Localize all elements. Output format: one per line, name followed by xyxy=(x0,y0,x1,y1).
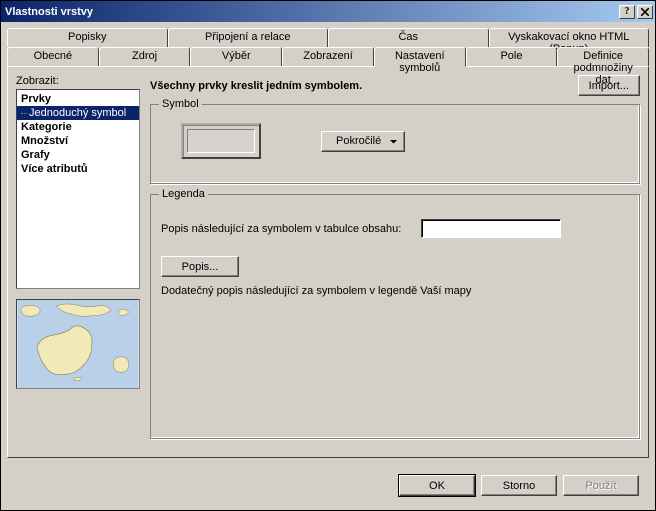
tree-prvky[interactable]: Prvky xyxy=(17,92,139,106)
tab-zdroj[interactable]: Zdroj xyxy=(99,47,191,66)
symbol-swatch xyxy=(187,129,255,153)
legend-fieldset: Legenda Popis následující za symbolem v … xyxy=(150,194,640,439)
legend-fieldset-legend: Legenda xyxy=(159,188,208,200)
right-column: Všechny prvky kreslit jedním symbolem. I… xyxy=(150,75,640,449)
tab-definice[interactable]: Definice podmnožiny dat xyxy=(557,47,649,66)
tree-grafy[interactable]: Grafy xyxy=(17,148,139,162)
tab-row-1: Popisky Připojení a relace Čas Vyskakova… xyxy=(7,28,649,47)
help-button[interactable] xyxy=(619,5,635,19)
apply-button[interactable]: Použít xyxy=(563,475,639,496)
tab-pole[interactable]: Pole xyxy=(466,47,558,66)
dialog-footer: OK Storno Použít xyxy=(7,467,649,504)
close-icon xyxy=(641,8,649,16)
tab-zobrazeni[interactable]: Zobrazení xyxy=(282,47,374,66)
title-text: Vlastnosti vrstvy xyxy=(5,6,619,18)
map-preview xyxy=(16,299,140,389)
description-button[interactable]: Popis... xyxy=(161,256,239,277)
symbol-selector-button[interactable] xyxy=(181,123,261,159)
map-preview-image xyxy=(17,300,139,388)
advanced-button[interactable]: Pokročilé xyxy=(321,131,405,152)
tree-mnozstvi[interactable]: Množství xyxy=(17,134,139,148)
close-button[interactable] xyxy=(637,5,653,19)
tree-jednoduchy-symbol[interactable]: Jednoduchý symbol xyxy=(17,106,139,120)
symbol-fieldset: Symbol Pokročilé xyxy=(150,104,640,184)
dialog-window: Vlastnosti vrstvy Popisky Připojení a re… xyxy=(0,0,656,511)
tab-cas[interactable]: Čas xyxy=(328,28,489,47)
tab-nastaveni-symbolu[interactable]: Nastavení symbolů xyxy=(374,47,466,67)
tree-vice-atributu[interactable]: Více atributů xyxy=(17,162,139,176)
legend-label-input[interactable] xyxy=(421,219,561,238)
tree-kategorie[interactable]: Kategorie xyxy=(17,120,139,134)
panel-heading: Všechny prvky kreslit jedním symbolem. xyxy=(150,80,578,92)
tabs-area: Popisky Připojení a relace Čas Vyskakova… xyxy=(7,28,649,467)
advanced-button-label: Pokročilé xyxy=(336,135,381,147)
titlebar: Vlastnosti vrstvy xyxy=(1,1,655,22)
legend-description-text: Dodatečný popis následující za symbolem … xyxy=(161,285,629,297)
cancel-button[interactable]: Storno xyxy=(481,475,557,496)
tab-pripojeni[interactable]: Připojení a relace xyxy=(168,28,329,47)
tab-popup[interactable]: Vyskakovací okno HTML (Popup) xyxy=(489,28,650,47)
titlebar-buttons xyxy=(619,5,653,19)
symbol-fieldset-legend: Symbol xyxy=(159,98,202,110)
left-column: Zobrazit: Prvky Jednoduchý symbol Katego… xyxy=(16,75,140,449)
symbology-tree[interactable]: Prvky Jednoduchý symbol Kategorie Množst… xyxy=(16,89,140,289)
chevron-down-icon xyxy=(389,137,398,146)
legend-label: Popis následující za symbolem v tabulce … xyxy=(161,223,401,235)
tab-panel: Zobrazit: Prvky Jednoduchý symbol Katego… xyxy=(7,66,649,458)
ok-button[interactable]: OK xyxy=(399,475,475,496)
show-label: Zobrazit: xyxy=(16,75,140,87)
tab-row-2: Obecné Zdroj Výběr Zobrazení Nastavení s… xyxy=(7,47,649,66)
content-area: Popisky Připojení a relace Čas Vyskakova… xyxy=(1,22,655,510)
tab-vyber[interactable]: Výběr xyxy=(190,47,282,66)
tab-obecne[interactable]: Obecné xyxy=(7,47,99,66)
tab-popisky[interactable]: Popisky xyxy=(7,28,168,47)
